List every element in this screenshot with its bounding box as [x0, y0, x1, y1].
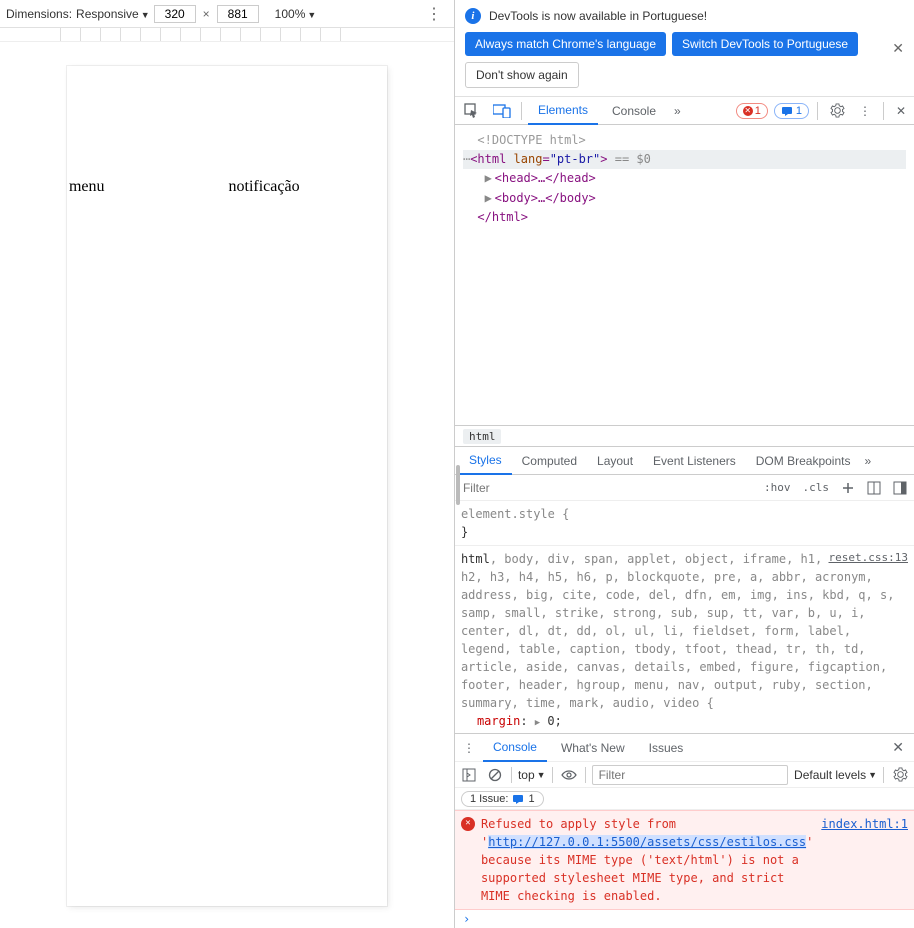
more-tabs-icon[interactable]: »: [670, 104, 685, 118]
issue-icon: [781, 105, 793, 117]
dom-body[interactable]: ▶<body>…</body>: [463, 189, 906, 208]
resize-handle[interactable]: [456, 465, 460, 505]
close-icon[interactable]: ✕: [892, 40, 904, 57]
main-tabs: Elements Console » ✕1 1 ⋮ ✕: [455, 97, 914, 125]
dom-html-close[interactable]: </html>: [463, 208, 906, 227]
chevron-down-icon: ▼: [537, 770, 546, 780]
console-prompt[interactable]: ›: [455, 910, 914, 928]
elements-panel[interactable]: <!DOCTYPE html> ⋯<html lang="pt-br"> == …: [455, 125, 914, 425]
tab-whats-new[interactable]: What's New: [551, 734, 635, 762]
device-toggle-icon[interactable]: [489, 98, 515, 124]
chevron-down-icon: ▼: [868, 770, 877, 780]
kebab-menu-icon[interactable]: ⋮: [855, 104, 875, 118]
issues-badge[interactable]: 1: [774, 103, 809, 119]
clear-console-icon[interactable]: [485, 765, 505, 785]
switch-language-button[interactable]: Switch DevTools to Portuguese: [672, 32, 858, 56]
error-badge[interactable]: ✕1: [736, 103, 768, 119]
tab-drawer-console[interactable]: Console: [483, 734, 547, 762]
tab-issues[interactable]: Issues: [639, 734, 694, 762]
hov-toggle[interactable]: :hov: [761, 481, 794, 494]
issue-pill[interactable]: 1 Issue: 1: [461, 791, 544, 807]
language-banner: i DevTools is now available in Portugues…: [455, 0, 914, 97]
styles-body[interactable]: element.style { } reset.css:13 html, bod…: [455, 501, 914, 733]
gear-icon[interactable]: [890, 765, 910, 785]
new-rule-icon[interactable]: [838, 481, 858, 495]
styles-filter-input[interactable]: [459, 479, 755, 497]
times-separator: ×: [203, 7, 210, 21]
rule-element-style[interactable]: element.style { }: [461, 505, 908, 541]
prop-margin[interactable]: margin: ▶ 0;: [461, 712, 908, 731]
device-toolbar: Dimensions: Responsive▼ × 100%▼ ⋮: [0, 0, 454, 28]
tab-styles[interactable]: Styles: [459, 447, 512, 475]
dom-head[interactable]: ▶<head>…</head>: [463, 169, 906, 188]
tab-dom-breakpoints[interactable]: DOM Breakpoints: [746, 447, 861, 475]
tab-layout[interactable]: Layout: [587, 447, 643, 475]
computed-sidebar-icon[interactable]: [864, 481, 884, 495]
styles-tabs: Styles Computed Layout Event Listeners D…: [455, 447, 914, 475]
page-notification-text: notificação: [229, 178, 300, 196]
tab-console[interactable]: Console: [602, 97, 666, 125]
error-icon: ✕: [461, 817, 475, 831]
chevron-down-icon: ▼: [307, 10, 316, 20]
breadcrumb-bar: html: [455, 425, 914, 447]
ruler: [0, 28, 454, 42]
context-select[interactable]: top ▼: [518, 768, 546, 782]
width-input[interactable]: [154, 5, 196, 23]
console-error-message[interactable]: ✕ Refused to apply style from 'http://12…: [455, 810, 914, 910]
console-sidebar-icon[interactable]: [459, 765, 479, 785]
error-source-link[interactable]: index.html:1: [821, 815, 908, 905]
chevron-down-icon: ▼: [141, 10, 150, 20]
source-link[interactable]: reset.css:13: [829, 550, 908, 567]
tab-computed[interactable]: Computed: [512, 447, 587, 475]
console-toolbar: top ▼ Default levels ▼: [455, 762, 914, 788]
cls-toggle[interactable]: .cls: [800, 481, 833, 494]
more-tabs-icon[interactable]: »: [860, 454, 875, 468]
error-url-link[interactable]: http://127.0.0.1:5500/assets/css/estilos…: [488, 835, 806, 849]
error-dot-icon: ✕: [743, 106, 753, 116]
close-icon[interactable]: ✕: [886, 739, 910, 756]
console-filter-input[interactable]: [592, 765, 788, 785]
height-input[interactable]: [217, 5, 259, 23]
viewport-area: menu notificação: [0, 42, 454, 928]
gear-icon[interactable]: [826, 103, 849, 118]
zoom-select[interactable]: 100%▼: [275, 7, 317, 21]
rendering-icon[interactable]: [890, 481, 910, 495]
device-select[interactable]: Responsive▼: [76, 7, 150, 21]
console-drawer: ⋮ Console What's New Issues ✕ top ▼ Defa…: [455, 733, 914, 928]
close-icon[interactable]: ✕: [892, 104, 910, 118]
kebab-menu-icon[interactable]: ⋮: [420, 4, 448, 24]
banner-message: DevTools is now available in Portuguese!: [489, 9, 707, 23]
dom-doctype[interactable]: <!DOCTYPE html>: [463, 131, 906, 150]
dom-html-open[interactable]: ⋯<html lang="pt-br"> == $0: [463, 150, 906, 169]
dont-show-again-button[interactable]: Don't show again: [465, 62, 579, 88]
tab-event-listeners[interactable]: Event Listeners: [643, 447, 746, 475]
log-levels-select[interactable]: Default levels ▼: [794, 768, 877, 782]
inspect-icon[interactable]: [459, 98, 485, 124]
issue-icon: [512, 793, 524, 805]
styles-toolbar: :hov .cls: [455, 475, 914, 501]
info-icon: i: [465, 8, 481, 24]
drawer-tabs: ⋮ Console What's New Issues ✕: [455, 734, 914, 762]
issue-bar: 1 Issue: 1: [455, 788, 914, 810]
dimensions-label: Dimensions:: [6, 7, 72, 21]
live-expression-icon[interactable]: [559, 765, 579, 785]
emulated-viewport[interactable]: menu notificação: [67, 66, 387, 906]
always-match-button[interactable]: Always match Chrome's language: [465, 32, 666, 56]
page-menu-text: menu: [69, 178, 105, 196]
breadcrumb-html[interactable]: html: [463, 429, 502, 444]
tab-elements[interactable]: Elements: [528, 97, 598, 125]
rule-reset[interactable]: reset.css:13 html, body, div, span, appl…: [461, 550, 908, 733]
kebab-menu-icon[interactable]: ⋮: [459, 741, 479, 755]
